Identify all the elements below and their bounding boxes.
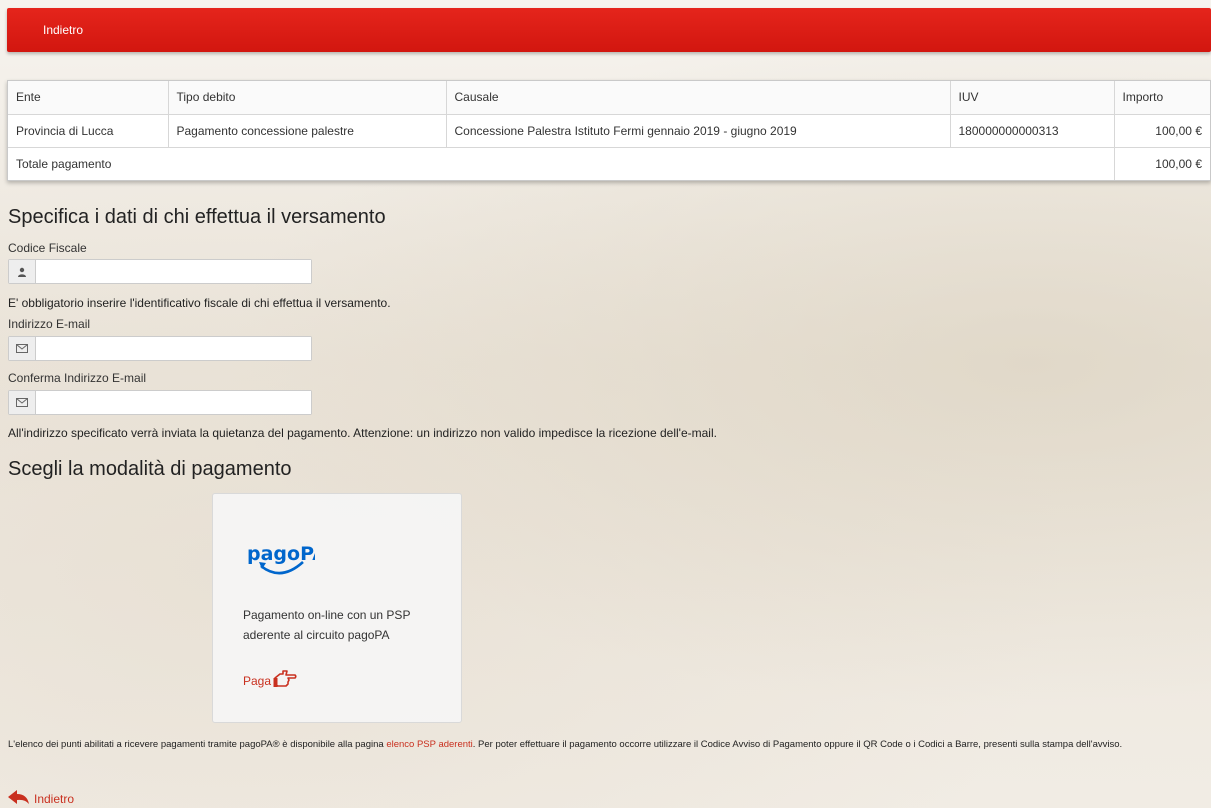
envelope-icon <box>9 391 36 414</box>
cell-importo: 100,00 € <box>1114 114 1210 148</box>
cell-ente: Provincia di Lucca <box>8 114 169 148</box>
codice-fiscale-label: Codice Fiscale <box>8 241 87 255</box>
psp-note-text-2: . Per poter effettuare il pagamento occo… <box>472 739 1123 750</box>
paga-label: Paga <box>243 673 272 688</box>
top-bar: Indietro <box>7 8 1211 52</box>
payment-summary-table: Ente Tipo debito Causale IUV Importo Pro… <box>7 80 1211 181</box>
email-label: Indirizzo E-mail <box>8 317 91 331</box>
email-input[interactable] <box>36 337 311 360</box>
table-header-row: Ente Tipo debito Causale IUV Importo <box>8 81 1210 115</box>
cell-causale: Concessione Palestra Istituto Fermi genn… <box>446 114 951 148</box>
col-header-iuv: IUV <box>950 81 1115 115</box>
pagopa-description: Pagamento on-line con un PSP aderente al… <box>243 608 411 642</box>
email-confirm-input[interactable] <box>36 391 311 414</box>
table-total-row: Totale pagamento 100,00 € <box>8 147 1210 180</box>
psp-note-text-1: L'elenco dei punti abilitati a ricevere … <box>8 739 387 750</box>
back-button-top[interactable]: Indietro <box>43 23 83 37</box>
codice-fiscale-help: E' obbligatorio inserire l'identificativ… <box>8 296 391 310</box>
email-confirm-group <box>8 390 312 415</box>
pagopa-logo: pagoPA <box>245 538 327 582</box>
pagopa-card[interactable]: pagoPA Pagamento on-line con un PSP ader… <box>212 493 462 723</box>
cell-tipo-debito: Pagamento concessione palestre <box>168 114 447 148</box>
payer-heading: Specifica i dati di chi effettua il vers… <box>8 206 386 228</box>
envelope-icon <box>9 337 36 360</box>
payment-heading: Scegli la modalità di pagamento <box>8 458 292 480</box>
email-confirm-label: Conferma Indirizzo E-mail <box>8 371 147 385</box>
email-help: All'indirizzo specificato verrà inviata … <box>8 426 717 440</box>
col-header-causale: Causale <box>446 81 951 115</box>
back-label: Indietro <box>34 791 75 806</box>
cell-iuv: 180000000000313 <box>950 114 1115 148</box>
table-row: Provincia di Lucca Pagamento concessione… <box>8 114 1210 148</box>
psp-info-note: L'elenco dei punti abilitati a ricevere … <box>8 737 1203 752</box>
col-header-importo: Importo <box>1114 81 1210 115</box>
col-header-tipo-debito: Tipo debito <box>168 81 447 115</box>
total-label: Totale pagamento <box>8 147 1115 180</box>
psp-list-link[interactable]: elenco PSP aderenti <box>386 739 472 750</box>
paga-button[interactable]: Paga <box>243 669 297 692</box>
back-button-bottom[interactable]: Indietro <box>8 790 74 807</box>
user-icon <box>9 260 36 283</box>
total-value: 100,00 € <box>1155 156 1202 171</box>
pointing-hand-icon <box>273 669 297 692</box>
svg-text:pagoPA: pagoPA <box>247 543 315 565</box>
codice-fiscale-group <box>8 259 312 284</box>
codice-fiscale-input[interactable] <box>36 260 311 283</box>
back-arrow-icon <box>8 790 30 807</box>
col-header-ente: Ente <box>8 81 169 115</box>
email-group <box>8 336 312 361</box>
